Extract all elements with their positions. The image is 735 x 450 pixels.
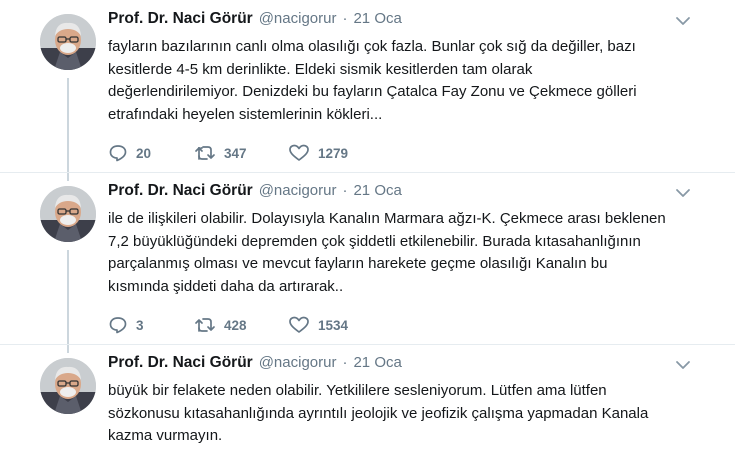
tweet-text-line: fayların bazılarının canlı olma olasılığ…	[108, 38, 636, 55]
separator-dot: ·	[342, 182, 348, 199]
heart-icon	[288, 315, 310, 335]
tweet-text-line: değerlendirilemiyor. Denizdeki bu faylar…	[108, 83, 637, 100]
avatar[interactable]	[40, 358, 96, 414]
tweet-text: büyük bir felakete neden olabilir. Yetki…	[108, 380, 708, 448]
reply-icon	[108, 143, 128, 163]
separator-dot: ·	[342, 354, 348, 371]
author-name[interactable]: Prof. Dr. Naci Görür	[108, 10, 253, 28]
tweet-text: fayların bazılarının canlı olma olasılığ…	[108, 36, 708, 126]
tweet-text: ile de ilişkileri olabilir. Dolayısıyla …	[108, 208, 708, 298]
author-handle[interactable]: @nacigorur	[259, 10, 337, 27]
retweet-icon	[194, 315, 216, 335]
retweet-count: 428	[224, 317, 247, 333]
tweet-date[interactable]: 21 Oca	[353, 354, 401, 371]
reply-icon	[108, 315, 128, 335]
tweet-text-line: kesitlerde 4-5 km derinlikte. Eldeki sis…	[108, 60, 533, 78]
avatar-photo	[40, 14, 96, 70]
separator-dot: ·	[342, 10, 348, 27]
tweet-date[interactable]: 21 Oca	[353, 182, 401, 199]
tweet-text-line: kısmında şiddeti daha da artırarak..	[108, 277, 344, 295]
tweet-text-line: etrafındaki heyelen sistemlerinin kökler…	[108, 105, 383, 123]
reply-button[interactable]: 3	[108, 315, 194, 335]
tweet-text-line: büyük bir felakete neden olabilir. Yetki…	[108, 382, 607, 399]
like-button[interactable]: 1279	[288, 143, 378, 163]
heart-icon	[288, 143, 310, 163]
chevron-down-icon[interactable]	[674, 184, 692, 202]
like-button[interactable]: 1534	[288, 315, 378, 335]
chevron-down-icon[interactable]	[674, 12, 692, 30]
author-name[interactable]: Prof. Dr. Naci Görür	[108, 182, 253, 200]
author-handle[interactable]: @nacigorur	[259, 354, 337, 371]
author-handle[interactable]: @nacigorur	[259, 182, 337, 199]
tweet[interactable]: Prof. Dr. Naci Görür @nacigorur · 21 Oca…	[0, 344, 735, 450]
avatar-photo	[40, 186, 96, 242]
avatar[interactable]	[40, 14, 96, 70]
tweet-text-line: parçalanmış olması ve mevcut fayların ha…	[108, 255, 608, 272]
tweet[interactable]: Prof. Dr. Naci Görür @nacigorur · 21 Oca…	[0, 172, 735, 344]
tweet-header: Prof. Dr. Naci Görür @nacigorur · 21 Oca	[108, 354, 402, 376]
like-count: 1279	[318, 145, 349, 161]
author-name[interactable]: Prof. Dr. Naci Görür	[108, 354, 253, 372]
tweet-text-line: 7,2 büyüklüğündeki depremden çok şiddetl…	[108, 232, 641, 250]
retweet-button[interactable]: 347	[194, 143, 288, 163]
tweet-text-line: kazma vurmayın.	[108, 427, 223, 444]
avatar-photo	[40, 358, 96, 414]
retweet-button[interactable]: 428	[194, 315, 288, 335]
avatar[interactable]	[40, 186, 96, 242]
chevron-down-icon[interactable]	[674, 356, 692, 374]
like-count: 1534	[318, 317, 349, 333]
tweet-header: Prof. Dr. Naci Görür @nacigorur · 21 Oca	[108, 182, 402, 204]
tweet[interactable]: Prof. Dr. Naci Görür @nacigorur · 21 Oca…	[0, 0, 735, 172]
tweet-thread: Prof. Dr. Naci Görür @nacigorur · 21 Oca…	[0, 0, 735, 450]
reply-count: 3	[136, 317, 144, 333]
tweet-text-line: ile de ilişkileri olabilir. Dolayısıyla …	[108, 210, 666, 227]
tweet-actions: 3 428 1534	[108, 314, 378, 336]
tweet-text-line: sözkonusu kıtasahanlığında ayrıntılı jeo…	[108, 404, 649, 422]
tweet-date[interactable]: 21 Oca	[353, 10, 401, 27]
tweet-actions: 20 347 1279	[108, 142, 378, 164]
tweet-header: Prof. Dr. Naci Görür @nacigorur · 21 Oca	[108, 10, 402, 32]
reply-button[interactable]: 20	[108, 143, 194, 163]
reply-count: 20	[136, 145, 152, 161]
retweet-icon	[194, 143, 216, 163]
retweet-count: 347	[224, 145, 247, 161]
